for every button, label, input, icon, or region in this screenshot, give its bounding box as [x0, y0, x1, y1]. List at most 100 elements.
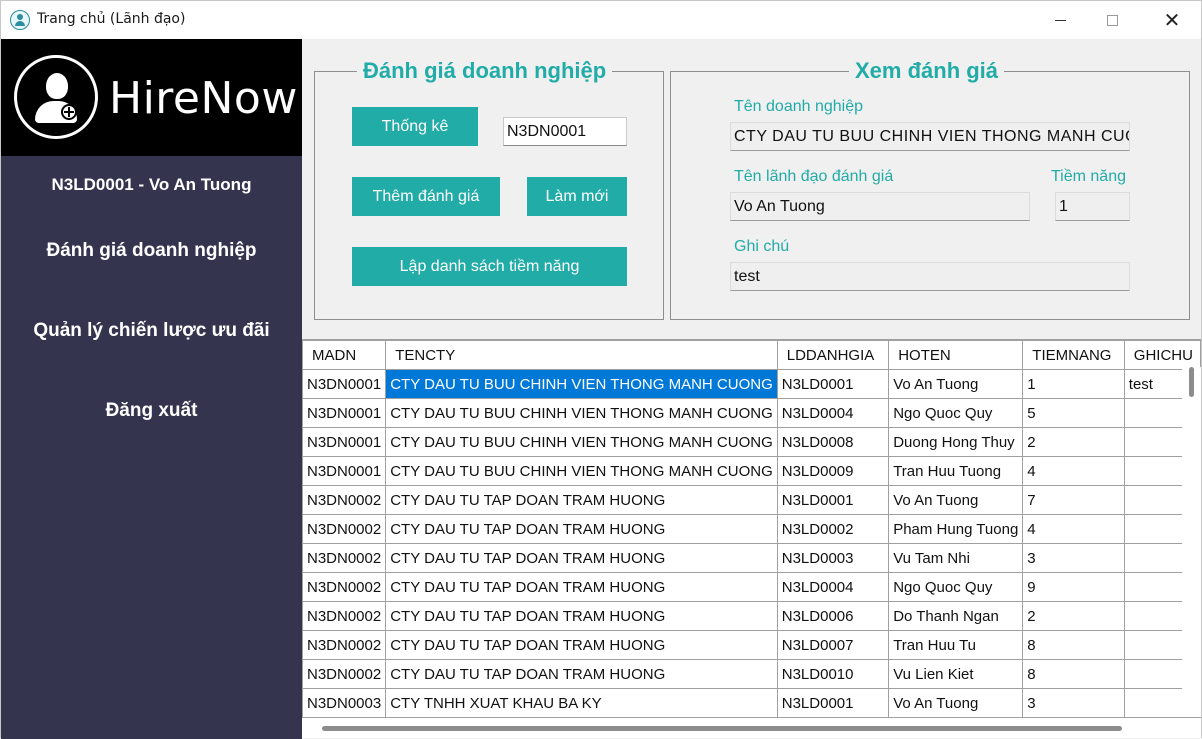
table-cell[interactable]: N3DN0002: [302, 543, 387, 573]
table-cell[interactable]: N3LD0002: [776, 514, 890, 544]
table-cell[interactable]: N3DN0002: [302, 659, 387, 689]
table-cell[interactable]: CTY DAU TU TAP DOAN TRAM HUONG: [385, 630, 778, 660]
nav-danh-gia-doanh-nghiep[interactable]: Đánh giá doanh nghiệp: [1, 240, 302, 262]
table-row[interactable]: N3DN0001 CTY DAU TU BUU CHINH VIEN THONG …: [302, 427, 1201, 457]
table-cell[interactable]: Ngo Quoc Quy: [888, 572, 1024, 602]
table-cell[interactable]: N3DN0002: [302, 601, 387, 631]
table-cell[interactable]: N3LD0004: [776, 398, 890, 428]
table-row[interactable]: N3DN0002 CTY DAU TU TAP DOAN TRAM HUONG N3…: [302, 543, 1201, 573]
table-cell[interactable]: Pham Hung Tuong: [888, 514, 1024, 544]
table-row[interactable]: N3DN0002 CTY DAU TU TAP DOAN TRAM HUONG N3…: [302, 572, 1201, 602]
column-header[interactable]: GHICHU: [1123, 340, 1201, 370]
table-cell[interactable]: 2: [1022, 427, 1125, 457]
column-header[interactable]: TIEMNANG: [1022, 340, 1125, 370]
table-cell[interactable]: CTY DAU TU TAP DOAN TRAM HUONG: [385, 572, 778, 602]
table-cell[interactable]: 8: [1022, 630, 1125, 660]
table-cell[interactable]: N3DN0002: [302, 572, 387, 602]
table-cell[interactable]: N3DN0002: [302, 485, 387, 515]
column-header[interactable]: HOTEN: [888, 340, 1024, 370]
minimize-button[interactable]: [1037, 1, 1083, 39]
table-cell[interactable]: Vu Tam Nhi: [888, 543, 1024, 573]
table-cell[interactable]: CTY DAU TU BUU CHINH VIEN THONG MANH CUO…: [385, 369, 778, 399]
table-cell[interactable]: Vo An Tuong: [888, 369, 1024, 399]
table-row[interactable]: N3DN0002 CTY DAU TU TAP DOAN TRAM HUONG N3…: [302, 514, 1201, 544]
table-cell[interactable]: 3: [1022, 688, 1125, 718]
table-cell[interactable]: 4: [1022, 456, 1125, 486]
table-cell[interactable]: N3DN0003: [302, 688, 387, 718]
potential-field[interactable]: 1: [1055, 192, 1130, 221]
table-row[interactable]: N3DN0002 CTY DAU TU TAP DOAN TRAM HUONG N3…: [302, 601, 1201, 631]
column-header[interactable]: MADN: [302, 340, 387, 370]
table-cell[interactable]: 5: [1022, 398, 1125, 428]
table-cell[interactable]: Do Thanh Ngan: [888, 601, 1024, 631]
table-cell[interactable]: Duong Hong Thuy: [888, 427, 1024, 457]
table-cell[interactable]: N3LD0001: [776, 485, 890, 515]
table-cell[interactable]: N3DN0001: [302, 427, 387, 457]
note-field[interactable]: test: [730, 262, 1130, 291]
table-cell[interactable]: CTY DAU TU TAP DOAN TRAM HUONG: [385, 601, 778, 631]
column-header[interactable]: TENCTY: [385, 340, 778, 370]
stats-button[interactable]: Thống kê: [352, 107, 478, 146]
table-cell[interactable]: CTY DAU TU BUU CHINH VIEN THONG MANH CUO…: [385, 427, 778, 457]
table-cell[interactable]: CTY DAU TU TAP DOAN TRAM HUONG: [385, 514, 778, 544]
table-cell[interactable]: 3: [1022, 543, 1125, 573]
table-cell[interactable]: 2: [1022, 601, 1125, 631]
horizontal-scrollbar[interactable]: [302, 719, 1201, 738]
table-cell[interactable]: Tran Huu Tu: [888, 630, 1024, 660]
table-cell[interactable]: 8: [1022, 659, 1125, 689]
table-cell[interactable]: CTY DAU TU TAP DOAN TRAM HUONG: [385, 543, 778, 573]
table-cell[interactable]: 9: [1022, 572, 1125, 602]
table-cell[interactable]: N3DN0001: [302, 398, 387, 428]
table-cell[interactable]: N3LD0001: [776, 369, 890, 399]
close-button[interactable]: ✕: [1149, 1, 1195, 39]
vertical-scroll-thumb[interactable]: [1189, 367, 1194, 397]
table-row[interactable]: N3DN0003 CTY TNHH XUAT KHAU BA KY N3LD0001…: [302, 688, 1201, 718]
title-bar[interactable]: Trang chủ (Lãnh đạo) ✕: [1, 1, 1201, 39]
table-cell[interactable]: 4: [1022, 514, 1125, 544]
refresh-button[interactable]: Làm mới: [527, 177, 627, 216]
leader-field[interactable]: Vo An Tuong: [730, 192, 1030, 221]
table-cell[interactable]: N3DN0001: [302, 369, 387, 399]
horizontal-scroll-thumb[interactable]: [322, 726, 1122, 731]
table-cell[interactable]: Vo An Tuong: [888, 485, 1024, 515]
column-header[interactable]: LDDANHGIA: [776, 340, 890, 370]
table-cell[interactable]: N3LD0006: [776, 601, 890, 631]
add-evaluation-button[interactable]: Thêm đánh giá: [352, 177, 500, 216]
table-cell[interactable]: N3LD0004: [776, 572, 890, 602]
table-cell[interactable]: Ngo Quoc Quy: [888, 398, 1024, 428]
maximize-button[interactable]: [1089, 1, 1135, 39]
nav-quan-ly-chien-luoc[interactable]: Quản lý chiến lược ưu đãi: [1, 320, 302, 342]
table-cell[interactable]: 1: [1022, 369, 1125, 399]
table-cell[interactable]: N3DN0001: [302, 456, 387, 486]
table-row[interactable]: N3DN0002 CTY DAU TU TAP DOAN TRAM HUONG N3…: [302, 630, 1201, 660]
table-cell[interactable]: CTY DAU TU BUU CHINH VIEN THONG MANH CUO…: [385, 398, 778, 428]
table-cell[interactable]: N3LD0001: [776, 688, 890, 718]
table-cell[interactable]: Vu Lien Kiet: [888, 659, 1024, 689]
table-cell[interactable]: Vo An Tuong: [888, 688, 1024, 718]
table-cell[interactable]: N3LD0008: [776, 427, 890, 457]
madn-input[interactable]: [503, 117, 627, 146]
potential-list-button[interactable]: Lập danh sách tiềm năng: [352, 247, 627, 286]
table-cell[interactable]: CTY DAU TU TAP DOAN TRAM HUONG: [385, 485, 778, 515]
table-cell[interactable]: 7: [1022, 485, 1125, 515]
table-cell[interactable]: N3DN0002: [302, 514, 387, 544]
company-field[interactable]: CTY DAU TU BUU CHINH VIEN THONG MANH CUO…: [730, 122, 1130, 151]
table-cell[interactable]: CTY TNHH XUAT KHAU BA KY: [385, 688, 778, 718]
table-row[interactable]: N3DN0002 CTY DAU TU TAP DOAN TRAM HUONG N3…: [302, 659, 1201, 689]
table-cell[interactable]: CTY DAU TU BUU CHINH VIEN THONG MANH CUO…: [385, 456, 778, 486]
table-cell[interactable]: N3LD0003: [776, 543, 890, 573]
table-row[interactable]: N3DN0001 CTY DAU TU BUU CHINH VIEN THONG …: [302, 398, 1201, 428]
table-row[interactable]: N3DN0002 CTY DAU TU TAP DOAN TRAM HUONG N3…: [302, 485, 1201, 515]
note-label: Ghi chú: [734, 238, 790, 255]
vertical-scrollbar[interactable]: [1182, 367, 1201, 717]
table-cell[interactable]: N3LD0010: [776, 659, 890, 689]
table-cell[interactable]: N3LD0009: [776, 456, 890, 486]
table-cell[interactable]: Tran Huu Tuong: [888, 456, 1024, 486]
table-cell[interactable]: CTY DAU TU TAP DOAN TRAM HUONG: [385, 659, 778, 689]
table-cell[interactable]: N3DN0002: [302, 630, 387, 660]
nav-dang-xuat[interactable]: Đăng xuất: [1, 400, 302, 422]
table-row[interactable]: N3DN0001 CTY DAU TU BUU CHINH VIEN THONG …: [302, 369, 1201, 399]
table-cell[interactable]: N3LD0007: [776, 630, 890, 660]
table-row[interactable]: N3DN0001 CTY DAU TU BUU CHINH VIEN THONG …: [302, 456, 1201, 486]
evaluation-table[interactable]: MADN TENCTY LDDANHGIA HOTEN TIEMNANG GHI…: [302, 339, 1201, 719]
